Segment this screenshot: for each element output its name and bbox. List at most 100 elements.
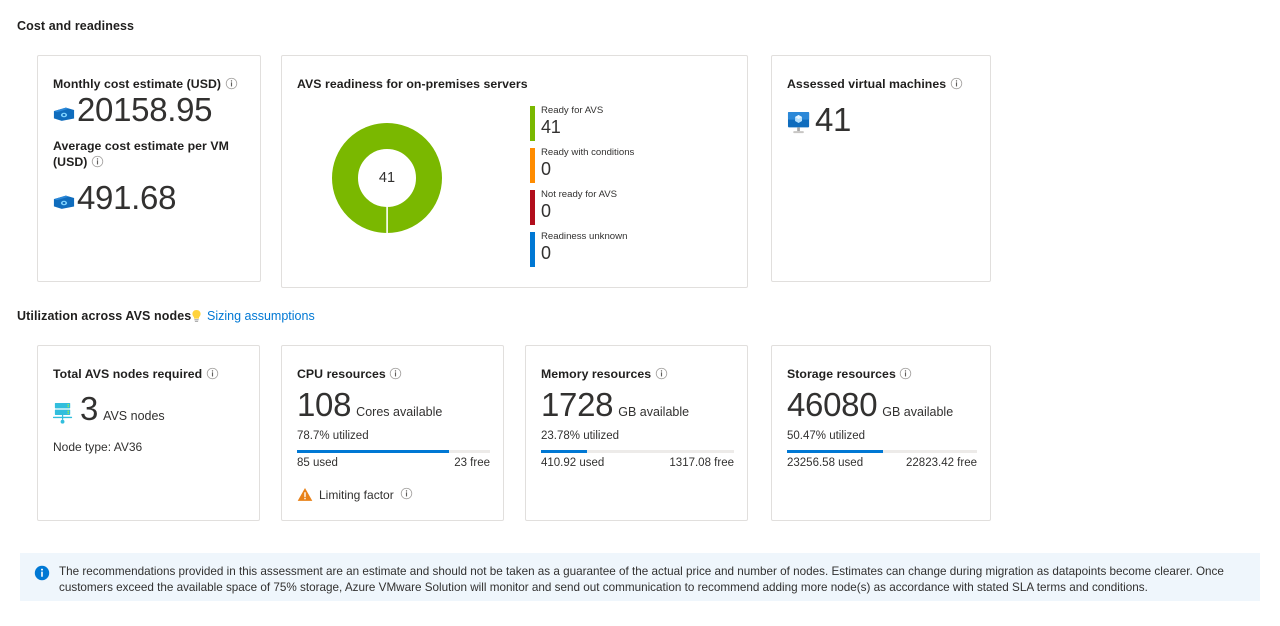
avs-readiness-donut-chart[interactable]: 41 bbox=[332, 123, 442, 233]
legend-label-conditions: Ready with conditions bbox=[541, 147, 635, 158]
limiting-factor-group[interactable]: Limiting factor bbox=[297, 487, 413, 502]
memory-bar-footer: 410.92 used 1317.08 free bbox=[541, 457, 734, 469]
storage-unit: GB available bbox=[882, 405, 954, 419]
info-icon[interactable] bbox=[899, 367, 912, 380]
storage-resources-card: Storage resources 46080 GB available 50.… bbox=[771, 345, 991, 521]
monthly-cost-card: Monthly cost estimate (USD) 20158.95 Ave… bbox=[37, 55, 261, 282]
avs-readiness-title: AVS readiness for on-premises servers bbox=[297, 77, 528, 91]
utilization-heading: Utilization across AVS nodes bbox=[17, 309, 192, 323]
legend-item-ready-with-conditions[interactable]: Ready with conditions 0 bbox=[530, 147, 635, 183]
legend-label-not-ready: Not ready for AVS bbox=[541, 189, 618, 200]
memory-unit: GB available bbox=[618, 405, 690, 419]
assessed-vms-value-group: 41 bbox=[787, 103, 851, 136]
cpu-resources-title-text: CPU resources bbox=[297, 367, 386, 381]
memory-resources-title-text: Memory resources bbox=[541, 367, 652, 381]
monthly-cost-title: Monthly cost estimate (USD) bbox=[53, 76, 253, 92]
cpu-cores-value: 108 bbox=[297, 386, 352, 423]
legend-swatch-ready bbox=[530, 106, 535, 141]
money-icon bbox=[53, 106, 75, 122]
legend-label-unknown: Readiness unknown bbox=[541, 231, 628, 242]
readiness-legend: Ready for AVS 41 Ready with conditions 0… bbox=[530, 105, 634, 273]
legend-item-ready-for-avs[interactable]: Ready for AVS 41 bbox=[530, 105, 634, 141]
legend-item-not-ready-for-avs[interactable]: Not ready for AVS 0 bbox=[530, 189, 634, 225]
money-icon bbox=[53, 194, 75, 210]
info-filled-icon bbox=[34, 565, 50, 581]
memory-resources-title: Memory resources bbox=[541, 366, 668, 382]
cpu-cores-unit: Cores available bbox=[356, 405, 443, 419]
cpu-utilization-bar bbox=[297, 450, 490, 453]
legend-value-conditions: 0 bbox=[541, 159, 551, 179]
legend-value-unknown: 0 bbox=[541, 243, 551, 263]
storage-utilization-bar-fill bbox=[787, 450, 883, 453]
total-avs-nodes-card: Total AVS nodes required 3 AVS nodes Nod… bbox=[37, 345, 260, 521]
total-avs-nodes-unit: AVS nodes bbox=[103, 409, 165, 423]
total-avs-nodes-value-group: 3 AVS nodes bbox=[52, 392, 165, 425]
memory-utilized-label: 23.78% utilized bbox=[541, 430, 619, 442]
assessed-vms-title: Assessed virtual machines bbox=[787, 76, 963, 92]
total-avs-nodes-title: Total AVS nodes required bbox=[53, 366, 219, 382]
total-avs-nodes-title-text: Total AVS nodes required bbox=[53, 367, 203, 381]
storage-bar-footer: 23256.58 used 22823.42 free bbox=[787, 457, 977, 469]
info-icon[interactable] bbox=[91, 155, 104, 168]
storage-utilized-label: 50.47% utilized bbox=[787, 430, 865, 442]
cpu-resources-card: CPU resources 108 Cores available 78.7% … bbox=[281, 345, 504, 521]
sizing-assumptions-link[interactable]: Sizing assumptions bbox=[207, 309, 315, 323]
storage-resources-title: Storage resources bbox=[787, 366, 912, 382]
storage-utilization-bar bbox=[787, 450, 977, 453]
storage-free-label: 22823.42 free bbox=[906, 457, 977, 469]
memory-used-label: 410.92 used bbox=[541, 457, 605, 469]
monthly-cost-value-group: 20158.95 bbox=[53, 91, 213, 128]
donut-gap bbox=[386, 203, 388, 233]
legend-swatch-conditions bbox=[530, 148, 535, 183]
cpu-utilization-bar-fill bbox=[297, 450, 449, 453]
cpu-resources-title: CPU resources bbox=[297, 366, 402, 382]
info-icon[interactable] bbox=[950, 77, 963, 90]
memory-free-label: 1317.08 free bbox=[669, 457, 734, 469]
average-cost-title-text: Average cost estimate per VM (USD) bbox=[53, 139, 229, 169]
cost-readiness-heading: Cost and readiness bbox=[17, 19, 135, 33]
legend-swatch-not-ready bbox=[530, 190, 535, 225]
lightbulb-icon bbox=[190, 309, 203, 323]
assessed-vms-value: 41 bbox=[815, 101, 852, 138]
donut-svg bbox=[332, 123, 442, 233]
average-cost-value-group: 491.68 bbox=[53, 181, 176, 214]
info-icon[interactable] bbox=[206, 367, 219, 380]
legend-value-not-ready: 0 bbox=[541, 201, 551, 221]
info-icon[interactable] bbox=[655, 367, 668, 380]
disclaimer-text: The recommendations provided in this ass… bbox=[59, 565, 1224, 594]
monthly-cost-title-text: Monthly cost estimate (USD) bbox=[53, 77, 222, 91]
cpu-value-group: 108 Cores available bbox=[297, 388, 442, 421]
info-icon[interactable] bbox=[400, 487, 413, 500]
limiting-factor-label: Limiting factor bbox=[319, 487, 394, 502]
memory-value-group: 1728 GB available bbox=[541, 388, 689, 421]
assessed-vms-card: Assessed virtual machines 41 bbox=[771, 55, 991, 282]
average-cost-title: Average cost estimate per VM (USD) bbox=[53, 138, 243, 170]
info-icon[interactable] bbox=[225, 77, 238, 90]
cpu-bar-footer: 85 used 23 free bbox=[297, 457, 490, 469]
legend-value-ready: 41 bbox=[541, 117, 561, 137]
warning-icon bbox=[297, 487, 313, 502]
storage-used-label: 23256.58 used bbox=[787, 457, 864, 469]
disclaimer-banner: The recommendations provided in this ass… bbox=[20, 553, 1260, 601]
cpu-utilized-label: 78.7% utilized bbox=[297, 430, 369, 442]
assessed-vms-title-text: Assessed virtual machines bbox=[787, 77, 947, 91]
sizing-assumptions-group[interactable]: Sizing assumptions bbox=[190, 309, 315, 323]
monthly-cost-value: 20158.95 bbox=[77, 91, 213, 128]
node-type-label: Node type: AV36 bbox=[53, 440, 143, 454]
average-cost-value: 491.68 bbox=[77, 179, 177, 216]
storage-value-group: 46080 GB available bbox=[787, 388, 953, 421]
legend-item-readiness-unknown[interactable]: Readiness unknown 0 bbox=[530, 231, 634, 267]
memory-resources-card: Memory resources 1728 GB available 23.78… bbox=[525, 345, 748, 521]
legend-swatch-unknown bbox=[530, 232, 535, 267]
memory-utilization-bar bbox=[541, 450, 734, 453]
virtual-machine-icon bbox=[787, 111, 812, 135]
memory-value: 1728 bbox=[541, 386, 614, 423]
server-rack-icon bbox=[52, 402, 75, 424]
total-avs-nodes-value: 3 bbox=[80, 390, 99, 427]
cpu-free-label: 23 free bbox=[454, 457, 490, 469]
info-icon[interactable] bbox=[389, 367, 402, 380]
storage-resources-title-text: Storage resources bbox=[787, 367, 896, 381]
cpu-used-label: 85 used bbox=[297, 457, 338, 469]
storage-value: 46080 bbox=[787, 386, 878, 423]
avs-readiness-card: AVS readiness for on-premises servers 41… bbox=[281, 55, 748, 288]
